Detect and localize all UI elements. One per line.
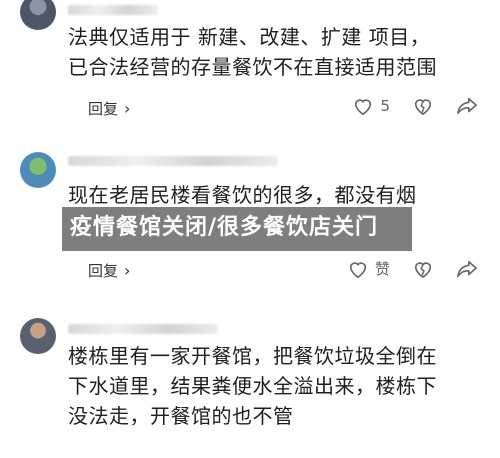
like-button[interactable]: 赞	[347, 258, 390, 279]
share-icon	[456, 259, 478, 279]
chevron-right-icon: ›	[124, 99, 131, 118]
heart-icon	[347, 259, 369, 279]
reply-button[interactable]: 回复 ›	[88, 98, 130, 119]
reply-button[interactable]: 回复 ›	[88, 260, 130, 281]
username-blurred	[68, 156, 278, 166]
share-button[interactable]	[456, 259, 478, 279]
share-button[interactable]	[456, 96, 478, 116]
reply-label: 回复	[88, 262, 119, 280]
avatar[interactable]	[20, 0, 56, 30]
comment-actions: 赞	[347, 258, 478, 279]
dislike-button[interactable]	[412, 259, 434, 279]
reply-label: 回复	[88, 100, 119, 118]
comment-text: 法典仅适用于 新建、改建、扩建 项目， 已合法经营的存量餐饮不在直接适用范围	[68, 25, 437, 79]
like-count: 赞	[374, 260, 390, 278]
comment-text: 楼栋里有一家开餐馆，把餐饮垃圾全倒在 下水道里，结果粪便水全溢出来，楼栋下 没法…	[68, 344, 437, 428]
heart-icon	[352, 96, 374, 116]
avatar[interactable]	[20, 152, 56, 188]
heart-broken-icon	[412, 259, 434, 279]
username-blurred	[68, 324, 218, 334]
comment-actions: 5	[352, 96, 478, 116]
dislike-button[interactable]	[412, 96, 434, 116]
share-icon	[456, 96, 478, 116]
username-blurred	[68, 5, 158, 15]
heart-broken-icon	[412, 96, 434, 116]
like-count: 5	[380, 97, 390, 115]
caption-text: 疫情餐馆关闭/很多餐饮店关门	[70, 215, 379, 240]
comment-text: 现在老居民楼看餐饮的很多，都没有烟	[68, 183, 417, 207]
like-button[interactable]: 5	[352, 96, 390, 116]
avatar[interactable]	[20, 318, 56, 354]
chevron-right-icon: ›	[124, 261, 131, 280]
